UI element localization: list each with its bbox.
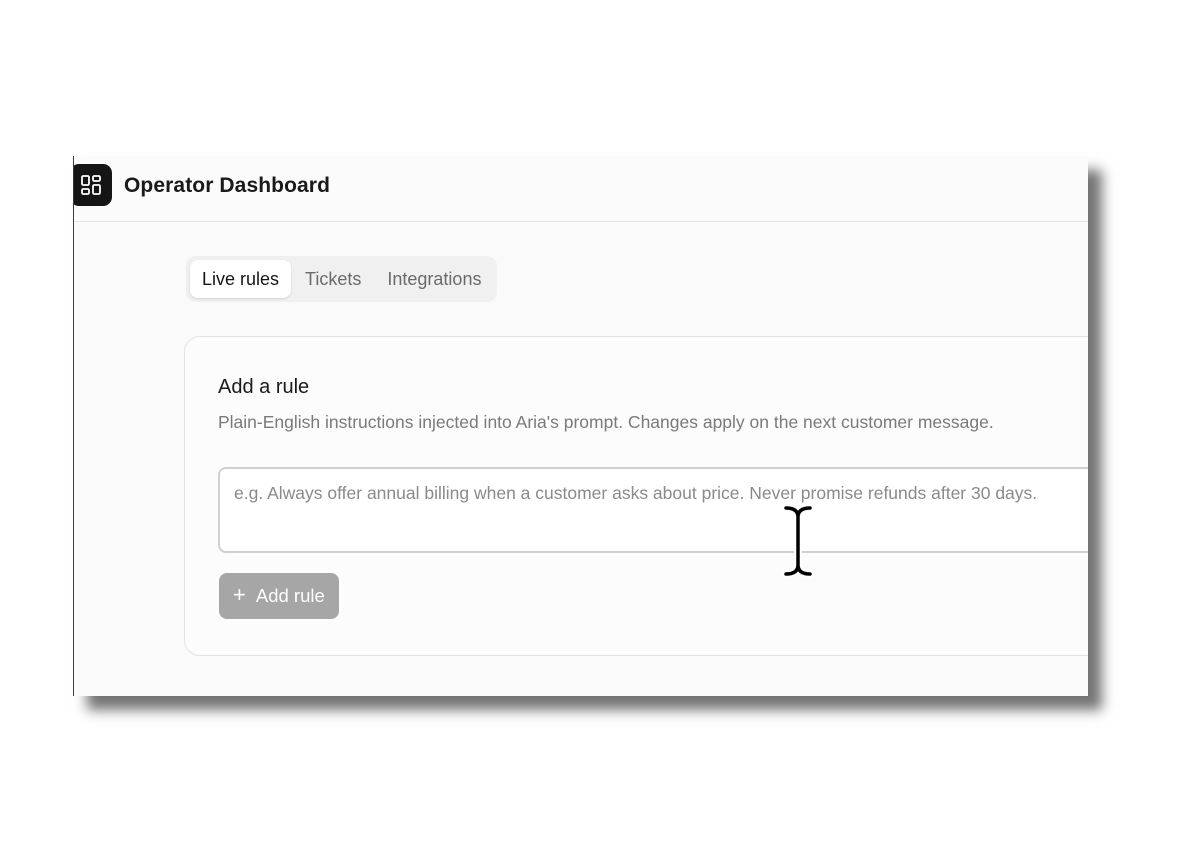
screen: Operator Dashboard Live rules Tickets In…	[0, 0, 1200, 848]
add-rule-card: Add a rule Plain-English instructions in…	[184, 336, 1088, 656]
tab-integrations[interactable]: Integrations	[375, 260, 493, 298]
plus-icon: +	[233, 582, 246, 607]
layout-grid-icon	[74, 164, 112, 206]
app-window: Operator Dashboard Live rules Tickets In…	[73, 156, 1088, 696]
tab-bar: Live rules Tickets Integrations	[186, 256, 498, 302]
app-header: Operator Dashboard	[74, 156, 1088, 222]
app-title: Operator Dashboard	[124, 174, 331, 197]
card-title: Add a rule	[218, 376, 310, 398]
tab-tickets[interactable]: Tickets	[293, 260, 373, 298]
add-rule-label: Add rule	[255, 585, 325, 606]
text-cursor-icon	[782, 504, 814, 578]
card-description: Plain-English instructions injected into…	[218, 412, 994, 432]
add-rule-button[interactable]: + Add rule	[219, 573, 339, 619]
tab-live-rules[interactable]: Live rules	[190, 260, 292, 298]
rule-input[interactable]	[218, 467, 1088, 553]
